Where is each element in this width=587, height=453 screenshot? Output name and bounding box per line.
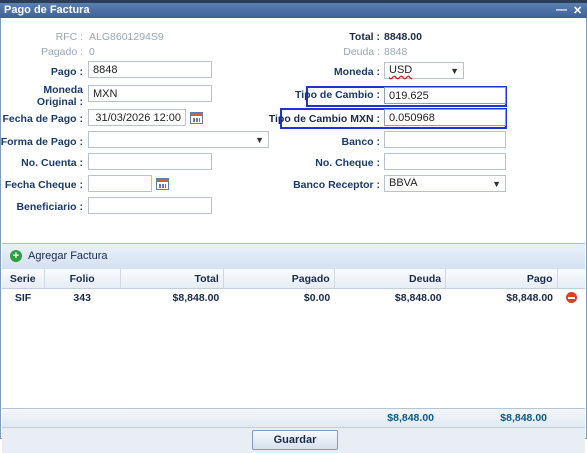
column-header-pagado[interactable]: Pagado bbox=[223, 269, 335, 289]
fecha-cheque-input[interactable] bbox=[88, 175, 152, 192]
cell-serie: SIF bbox=[14, 291, 32, 304]
pagado-label: Pagado : bbox=[40, 46, 83, 58]
fecha-pago-input[interactable]: 31/03/2026 12:00 bbox=[88, 109, 186, 126]
deuda-label: Deuda : bbox=[343, 46, 380, 58]
invoice-grid: Serie Folio Total Pagado Deuda Pago SIF … bbox=[2, 269, 585, 306]
column-header-actions bbox=[557, 269, 585, 289]
dialog-title: Pago de Factura bbox=[4, 4, 90, 16]
pago-label: Pago : bbox=[50, 66, 83, 78]
grid-totals-row: $8,848.00 $8,848.00 bbox=[2, 408, 585, 427]
column-header-pago[interactable]: Pago bbox=[445, 269, 558, 289]
forma-pago-label: Forma de Pago : bbox=[0, 136, 83, 148]
add-icon[interactable]: + bbox=[10, 250, 22, 262]
minimize-icon[interactable]: — bbox=[556, 4, 567, 16]
banco-receptor-value: BBVA bbox=[389, 177, 418, 189]
cell-folio: 343 bbox=[73, 291, 91, 304]
moneda-original-label: Moneda Original : bbox=[37, 84, 83, 108]
moneda-original-label-line2: Original : bbox=[36, 96, 83, 108]
banco-receptor-label: Banco Receptor : bbox=[293, 179, 380, 191]
cell-total: $8,848.00 bbox=[172, 291, 220, 304]
cell-pagado: $0.00 bbox=[303, 291, 331, 304]
moneda-label: Moneda : bbox=[333, 66, 380, 78]
total-pago: $8,848.00 bbox=[500, 412, 547, 424]
rfc-label: RFC : bbox=[55, 31, 83, 43]
tipo-cambio-input[interactable]: 019.625 bbox=[384, 87, 506, 104]
banco-input[interactable] bbox=[384, 131, 506, 148]
pago-input[interactable]: 8848 bbox=[88, 61, 212, 78]
tipo-cambio-mxn-input[interactable]: 0.050968 bbox=[384, 109, 506, 126]
no-cheque-label: No. Cheque : bbox=[315, 157, 380, 169]
beneficiario-label: Beneficiario : bbox=[16, 201, 83, 213]
grid-toolbar: + Agregar Factura bbox=[2, 243, 585, 270]
chevron-down-icon: ▼ bbox=[492, 179, 501, 189]
cell-actions bbox=[557, 289, 585, 307]
banco-receptor-select[interactable]: BBVA ▼ bbox=[384, 175, 506, 192]
payment-dialog: RFC : ALG8601294S9 Pagado : 0 Pago : 884… bbox=[0, 18, 587, 453]
pagado-value: 0 bbox=[89, 46, 95, 58]
rfc-value: ALG8601294S9 bbox=[89, 31, 164, 43]
table-row[interactable]: SIF 343 $8,848.00 $0.00 $8,848.00 $8,848… bbox=[2, 289, 585, 307]
close-icon[interactable]: ✕ bbox=[573, 4, 582, 17]
tipo-cambio-mxn-label: Tipo de Cambio MXN : bbox=[268, 113, 380, 125]
chevron-down-icon: ▼ bbox=[255, 135, 264, 145]
tipo-cambio-label: Tipo de Cambio : bbox=[295, 89, 380, 101]
dialog-footer: Guardar bbox=[2, 427, 585, 453]
moneda-select[interactable]: USD ▼ bbox=[384, 62, 464, 79]
column-header-folio[interactable]: Folio bbox=[44, 269, 121, 289]
guardar-button[interactable]: Guardar bbox=[252, 430, 338, 450]
dialog-title-bar[interactable]: Pago de Factura — ✕ bbox=[0, 3, 587, 18]
calendar-icon[interactable] bbox=[190, 112, 203, 124]
remove-icon[interactable] bbox=[565, 292, 577, 304]
moneda-value: USD bbox=[389, 64, 413, 76]
grid-header-row: Serie Folio Total Pagado Deuda Pago bbox=[2, 269, 585, 289]
total-deuda: $8,848.00 bbox=[387, 412, 434, 424]
total-label: Total : bbox=[349, 31, 380, 43]
total-value: 8848.00 bbox=[384, 31, 422, 43]
chevron-down-icon: ▼ bbox=[450, 66, 459, 76]
forma-pago-select[interactable]: ▼ bbox=[88, 131, 269, 148]
cell-deuda: $8,848.00 bbox=[394, 291, 442, 304]
moneda-original-label-line1: Moneda bbox=[43, 84, 83, 96]
add-invoice-button[interactable]: Agregar Factura bbox=[28, 250, 107, 262]
moneda-original-input[interactable]: MXN bbox=[88, 85, 212, 102]
deuda-value: 8848 bbox=[384, 46, 408, 58]
fecha-pago-label: Fecha de Pago : bbox=[2, 113, 83, 125]
banco-label: Banco : bbox=[341, 136, 380, 148]
calendar-icon[interactable] bbox=[156, 178, 169, 190]
no-cheque-input[interactable] bbox=[384, 153, 506, 170]
column-header-deuda[interactable]: Deuda bbox=[334, 269, 447, 289]
cell-pago[interactable]: $8,848.00 bbox=[446, 289, 557, 307]
beneficiario-input[interactable] bbox=[88, 197, 212, 214]
no-cuenta-label: No. Cuenta : bbox=[21, 157, 83, 169]
no-cuenta-input[interactable] bbox=[88, 153, 212, 170]
column-header-serie[interactable]: Serie bbox=[2, 269, 45, 289]
fecha-cheque-label: Fecha Cheque : bbox=[4, 179, 83, 191]
column-header-total[interactable]: Total bbox=[120, 269, 224, 289]
